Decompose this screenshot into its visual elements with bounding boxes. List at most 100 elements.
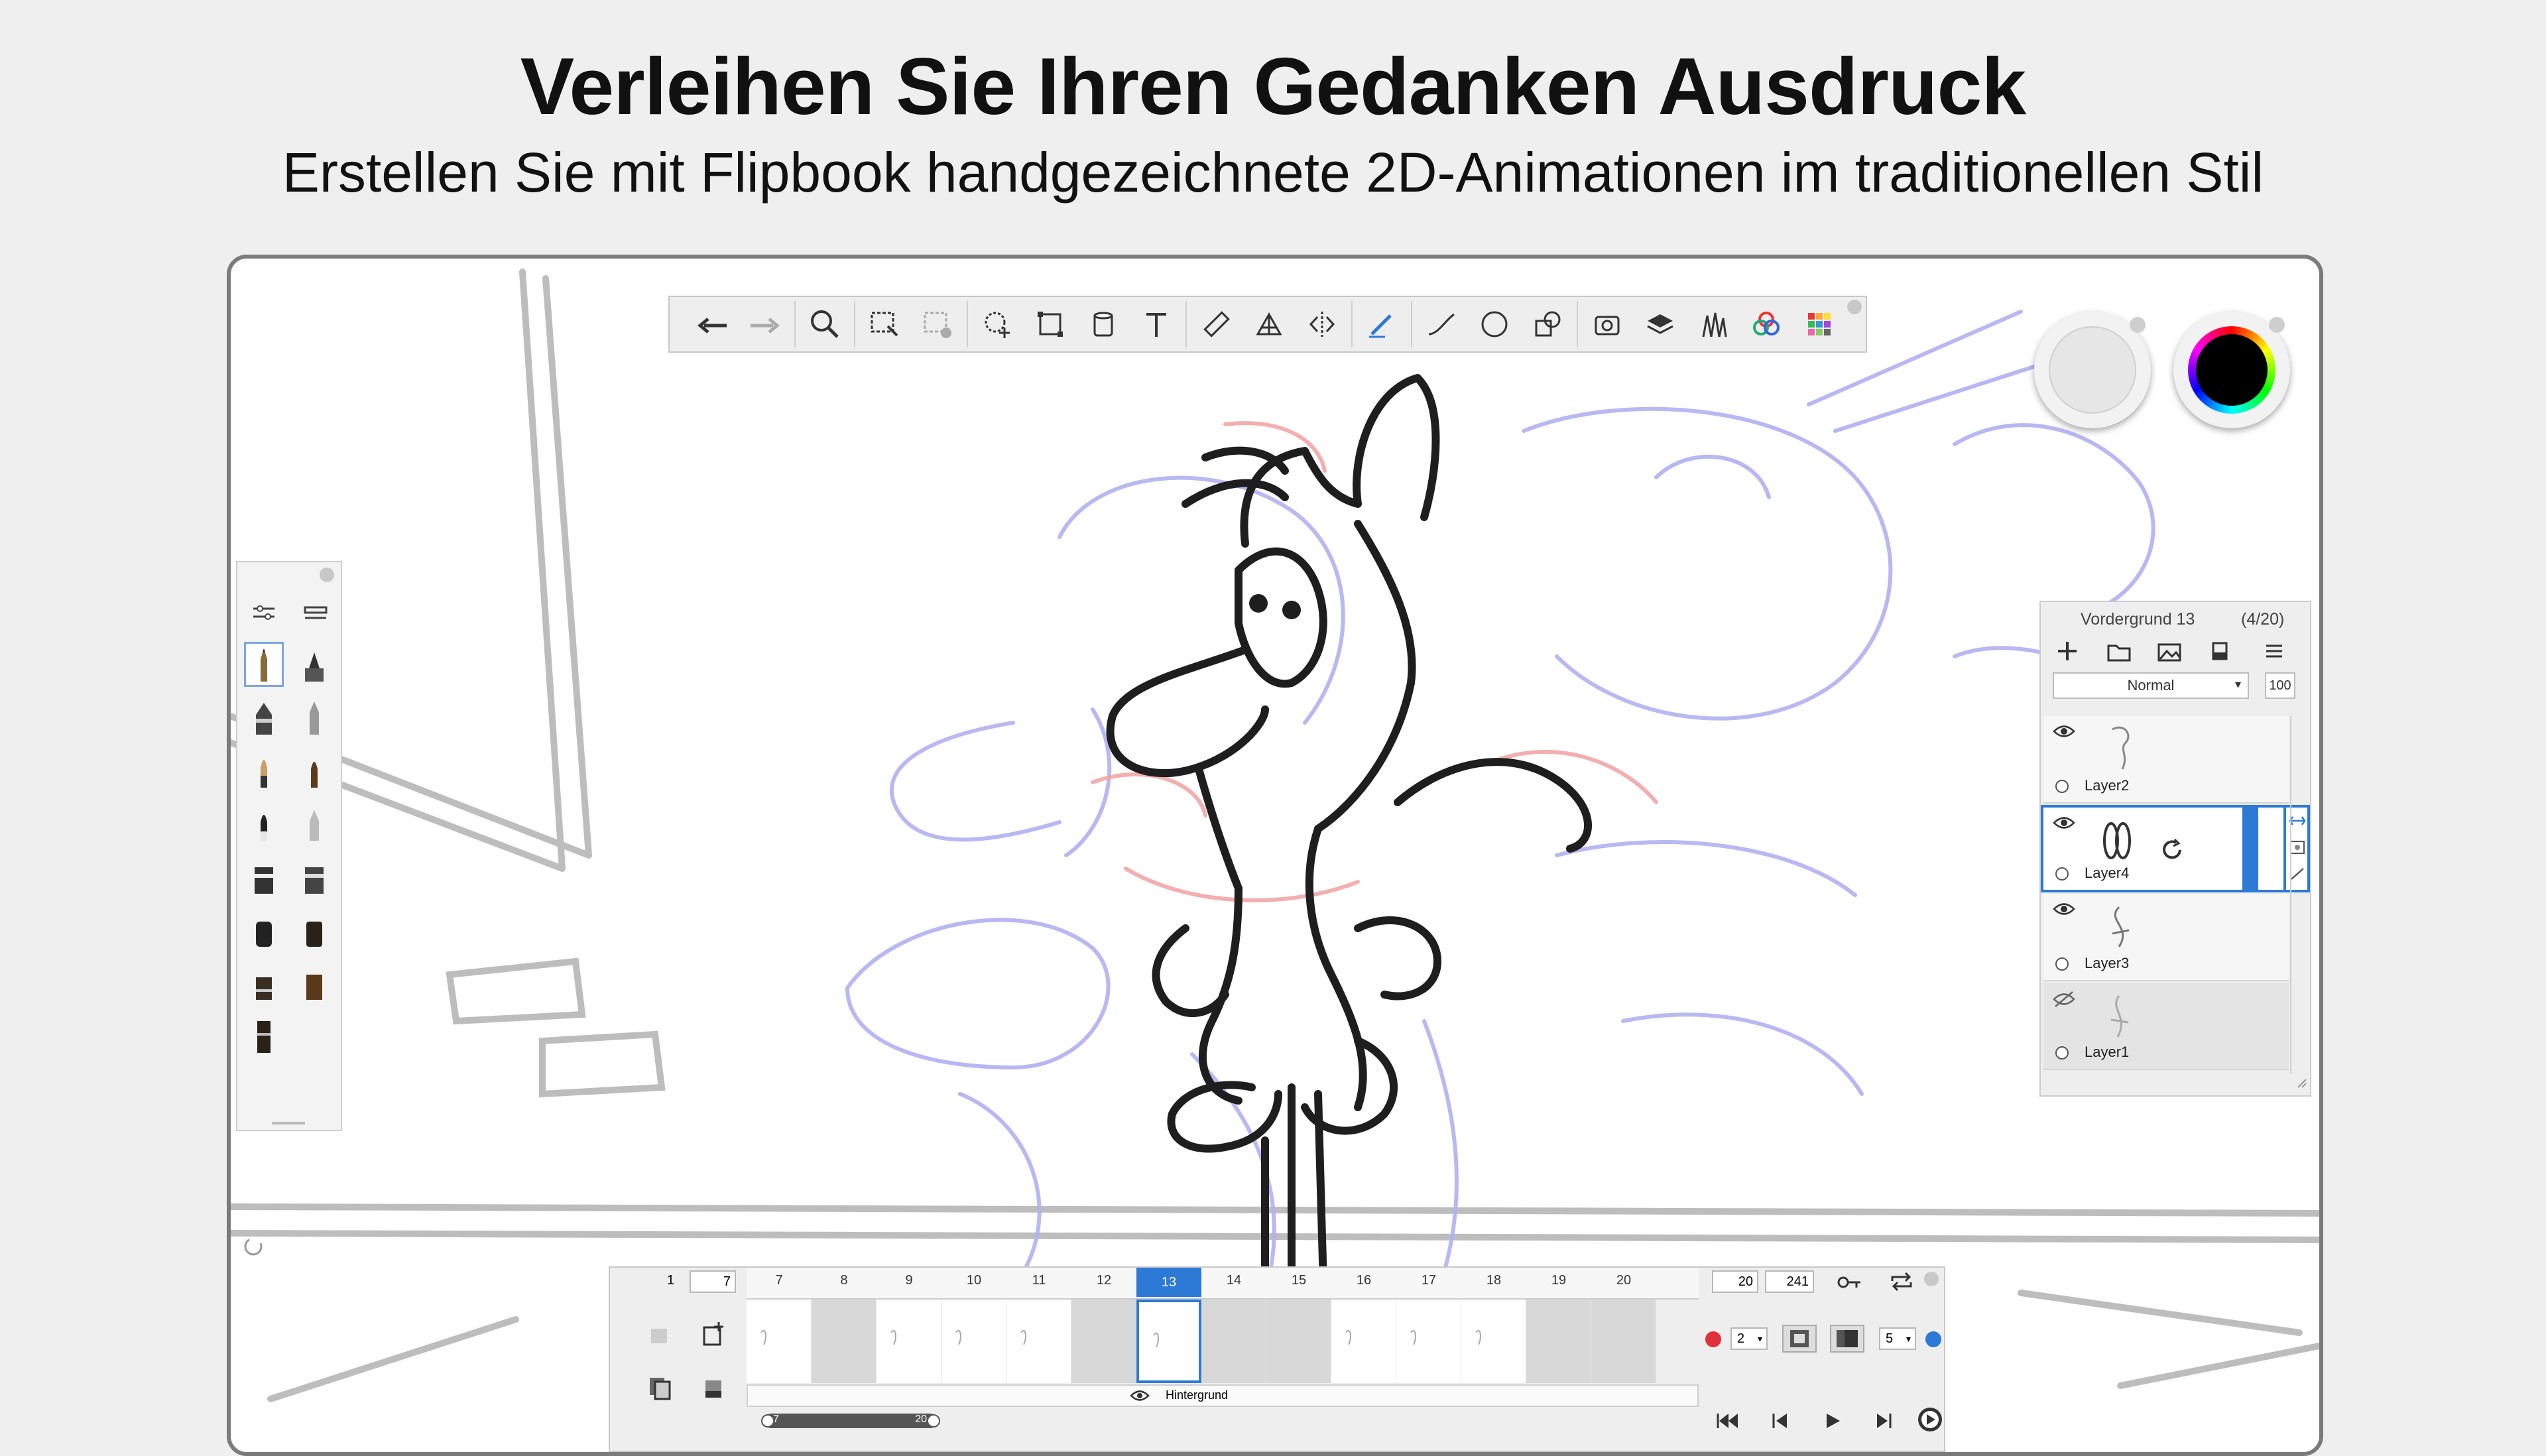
play-icon[interactable] (1815, 1404, 1849, 1437)
layer-group-icon[interactable] (2106, 639, 2132, 667)
brush-settings-icon[interactable] (251, 603, 277, 627)
undo-icon[interactable] (686, 298, 739, 351)
loop-icon[interactable] (1888, 1272, 1915, 1295)
brush-library-icon[interactable] (1687, 298, 1740, 351)
frame-cell[interactable] (1526, 1300, 1591, 1383)
marker-brush-icon[interactable] (294, 642, 334, 687)
panel-resize-handle[interactable] (2295, 1075, 2307, 1093)
sync-icon[interactable] (2160, 838, 2184, 866)
felt-tip-icon[interactable] (244, 907, 284, 952)
layer-row-layer2[interactable]: Layer2 (2043, 716, 2289, 804)
frame-number[interactable]: 20 (1604, 1273, 1644, 1288)
palette-close-icon[interactable] (320, 568, 334, 582)
ballpoint-brush-icon[interactable] (244, 695, 284, 740)
perspective-icon[interactable] (1243, 298, 1296, 351)
swatches-icon[interactable] (1793, 298, 1846, 351)
curve-icon[interactable] (1415, 298, 1468, 351)
layer-select-radio[interactable] (2055, 957, 2069, 971)
frame-cell[interactable] (941, 1300, 1006, 1383)
frame-number[interactable]: 16 (1344, 1273, 1384, 1288)
eye-hidden-icon[interactable] (2053, 991, 2075, 1012)
layer-select-radio[interactable] (2055, 780, 2069, 793)
blender-brush-icon[interactable] (294, 960, 334, 1005)
ghost-before-select[interactable]: 2 ▾ (1730, 1327, 1768, 1350)
toolbar-collapse-button[interactable] (1847, 300, 1862, 314)
wide-marker-icon[interactable] (294, 854, 334, 899)
next-frame-icon[interactable] (1867, 1404, 1900, 1437)
frame-field[interactable]: 7 (690, 1270, 736, 1293)
first-frame-icon[interactable] (1711, 1404, 1744, 1437)
crop-icon[interactable] (1024, 298, 1077, 351)
add-frame-icon[interactable] (700, 1321, 727, 1351)
fill-bucket-icon[interactable] (1077, 298, 1130, 351)
frame-cell[interactable] (1201, 1300, 1266, 1383)
frame-number[interactable]: 14 (1214, 1273, 1254, 1288)
frame-cell[interactable] (877, 1300, 941, 1383)
chisel-brush-icon[interactable] (244, 854, 284, 899)
frame-cell[interactable] (1071, 1300, 1136, 1383)
playback-options-icon[interactable] (1913, 1403, 1947, 1436)
transform-icon[interactable] (971, 298, 1024, 351)
range-start-handle[interactable] (761, 1414, 774, 1427)
timeline-close-icon[interactable] (1924, 1272, 1939, 1286)
eye-icon[interactable] (2053, 816, 2075, 834)
select-clear-icon[interactable] (911, 298, 964, 351)
frame-cell[interactable] (1591, 1300, 1656, 1383)
layer-menu-icon[interactable] (2262, 639, 2286, 667)
brush-pen-icon[interactable] (294, 907, 334, 952)
rotate-canvas-icon[interactable] (240, 1233, 267, 1263)
layer-row-layer1[interactable]: Layer1 (2043, 983, 2289, 1070)
frame-cell[interactable] (1331, 1300, 1396, 1383)
onion-prev-icon[interactable] (647, 1323, 671, 1351)
layer-select-radio[interactable] (2055, 1046, 2069, 1060)
ink-brush-icon[interactable] (244, 801, 284, 846)
eye-icon[interactable] (2053, 724, 2075, 743)
layer-opacity-field[interactable]: 100 (2265, 672, 2295, 699)
fineliner-brush-icon[interactable] (294, 695, 334, 740)
range-end-handle[interactable] (927, 1414, 940, 1427)
layers-icon[interactable] (1634, 298, 1687, 351)
frame-number[interactable]: 10 (954, 1273, 994, 1288)
layer-row-layer4[interactable]: Layer4 (2041, 805, 2286, 892)
layer-select-radio[interactable] (2055, 867, 2069, 880)
frame-cell[interactable] (1006, 1300, 1071, 1383)
zoom-icon[interactable] (798, 298, 851, 351)
select-rect-icon[interactable] (858, 298, 911, 351)
frame-cell[interactable] (747, 1300, 812, 1383)
eraser-brush-icon[interactable] (244, 1013, 284, 1058)
ellipse-icon[interactable] (1468, 298, 1521, 351)
frame-number[interactable]: 9 (889, 1273, 929, 1288)
frame-number[interactable]: 12 (1084, 1273, 1124, 1288)
pen-stroke-icon[interactable] (1355, 298, 1408, 351)
palette-resize-handle[interactable] (272, 1122, 305, 1124)
brush-sets-icon[interactable] (302, 603, 329, 627)
layer-scrollbar[interactable] (2290, 716, 2309, 1074)
eye-icon[interactable] (2053, 902, 2075, 920)
color-wheel-icon[interactable] (1740, 298, 1793, 351)
pencil-brush-icon[interactable] (244, 642, 284, 687)
frame-cell[interactable] (1396, 1300, 1461, 1383)
eye-icon[interactable] (1130, 1388, 1150, 1406)
secondary-color-puck[interactable] (2034, 312, 2151, 428)
total-frames-field[interactable]: 241 (1765, 1270, 1814, 1293)
frame-cell[interactable] (812, 1300, 877, 1383)
shapes-icon[interactable] (1521, 298, 1574, 351)
prev-frame-icon[interactable] (1764, 1404, 1797, 1437)
blend-mode-select[interactable]: Normal ▾ (2053, 672, 2249, 699)
redo-icon[interactable] (739, 298, 792, 351)
smudge-brush-icon[interactable] (244, 960, 284, 1005)
record-icon[interactable] (1705, 1331, 1721, 1347)
frame-number[interactable]: 11 (1019, 1273, 1059, 1288)
frame-cell[interactable] (1266, 1300, 1331, 1383)
light-table-icon[interactable] (1782, 1325, 1817, 1353)
time-lapse-icon[interactable] (1581, 298, 1634, 351)
range-slider[interactable]: 7 20 (761, 1414, 940, 1428)
key-icon[interactable] (1837, 1274, 1863, 1294)
ruler-icon[interactable] (1189, 298, 1243, 351)
paste-frame-icon[interactable] (700, 1375, 727, 1405)
layer-row-layer3[interactable]: Layer3 (2043, 894, 2289, 981)
airbrush-icon[interactable] (294, 801, 334, 846)
frame-cell[interactable] (1136, 1300, 1201, 1383)
frame-number[interactable]: 19 (1539, 1273, 1579, 1288)
end-frame-field[interactable]: 20 (1712, 1270, 1758, 1293)
